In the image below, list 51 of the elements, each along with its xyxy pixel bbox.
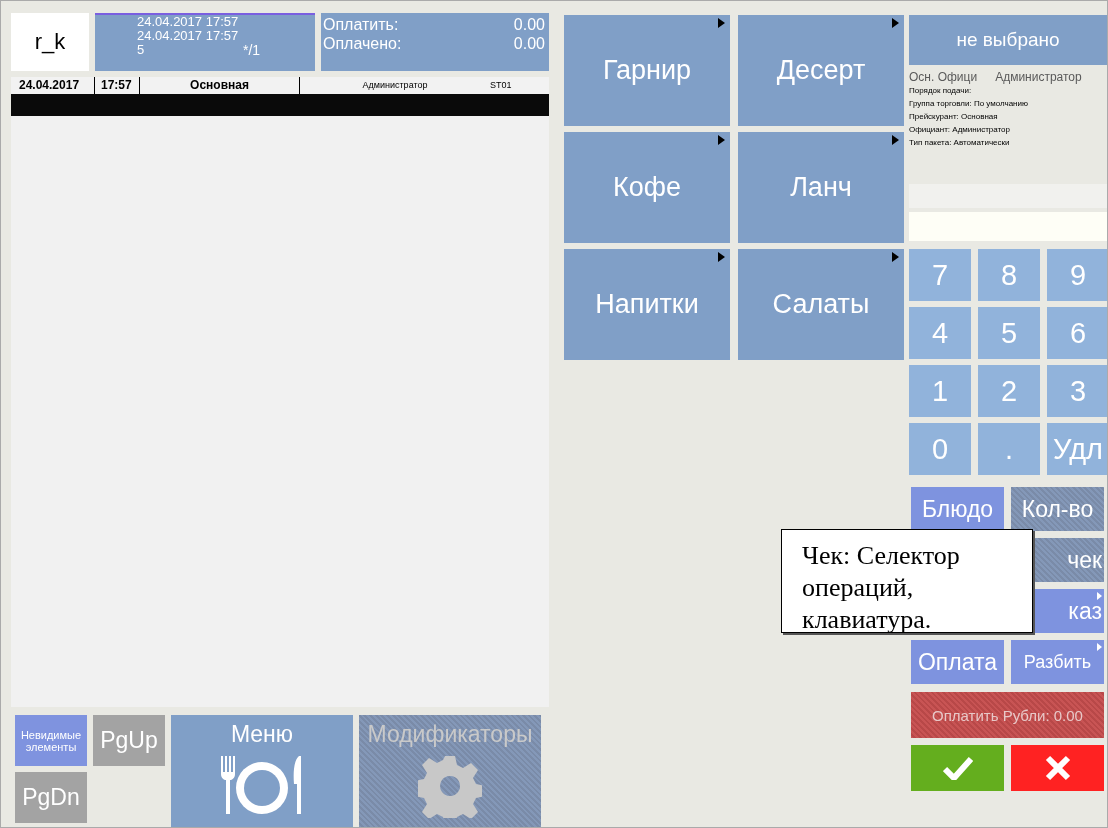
info-title: Осн. Офици (909, 70, 978, 84)
keypad-key[interactable]: 0 (909, 423, 971, 475)
category-button[interactable]: Ланч (738, 132, 904, 243)
total-value: 0.00 (513, 15, 545, 34)
station-code: ST01 (490, 79, 513, 92)
keypad-key[interactable]: Удл (1047, 423, 1107, 475)
operation-button[interactable]: Оплата (911, 640, 1004, 684)
input-field[interactable] (909, 212, 1107, 241)
confirm-button[interactable] (911, 745, 1004, 791)
cancel-button[interactable] (1011, 745, 1104, 791)
total-value: 0.00 (513, 34, 545, 53)
info-line: Официант: Администратор (909, 124, 1012, 136)
gear-icon (418, 754, 482, 818)
keypad-key[interactable]: 3 (1047, 365, 1107, 417)
logo: r_k (11, 13, 89, 71)
session-info: 5 (137, 43, 145, 57)
close-icon (1044, 755, 1071, 781)
info-line: Прейскурант: Основная (909, 111, 999, 123)
session-info: 24.04.2017 17:57 (137, 29, 239, 43)
operation-button[interactable]: Блюдо (911, 487, 1004, 531)
callout-tooltip: Чек: Селектор операций, клавиатура. (781, 529, 1033, 633)
info-line: Порядок подачи: (909, 85, 973, 97)
keypad-key[interactable]: 7 (909, 249, 971, 301)
keypad-key[interactable]: 1 (909, 365, 971, 417)
keypad-key[interactable]: 4 (909, 307, 971, 359)
checkmark-icon (942, 756, 973, 780)
keypad-key[interactable]: . (978, 423, 1040, 475)
category-button[interactable]: Гарнир (564, 15, 730, 126)
page-up-button[interactable]: PgUp (93, 715, 165, 766)
hidden-items-button[interactable]: Невидимые элементы (15, 715, 87, 766)
session-info: 24.04.2017 17:57 (137, 15, 239, 29)
info-user: Администратор (995, 70, 1082, 84)
total-label: Оплачено: (323, 34, 402, 53)
info-line: Группа торговли: По умолчанию (909, 98, 1029, 110)
category-button[interactable]: Салаты (738, 249, 904, 360)
keypad-key[interactable]: 8 (978, 249, 1040, 301)
info-line: Тип пакета: Автоматически (909, 137, 1011, 149)
category-button[interactable]: Десерт (738, 15, 904, 126)
keypad-key[interactable]: 2 (978, 365, 1040, 417)
page-down-button[interactable]: PgDn (15, 772, 87, 823)
keypad-key[interactable]: 9 (1047, 249, 1107, 301)
category-button[interactable]: Кофе (564, 132, 730, 243)
guest-counter: */1 (243, 43, 261, 57)
total-label: Оплатить: (323, 15, 399, 34)
keypad-key[interactable]: 6 (1047, 307, 1107, 359)
operation-button[interactable]: Разбить (1011, 640, 1104, 684)
selector-button[interactable]: не выбрано (909, 15, 1107, 65)
menu-button[interactable]: Меню (171, 715, 353, 827)
category-button[interactable]: Напитки (564, 249, 730, 360)
keypad-key[interactable]: 5 (978, 307, 1040, 359)
waiter-name: Администратор (361, 79, 429, 92)
